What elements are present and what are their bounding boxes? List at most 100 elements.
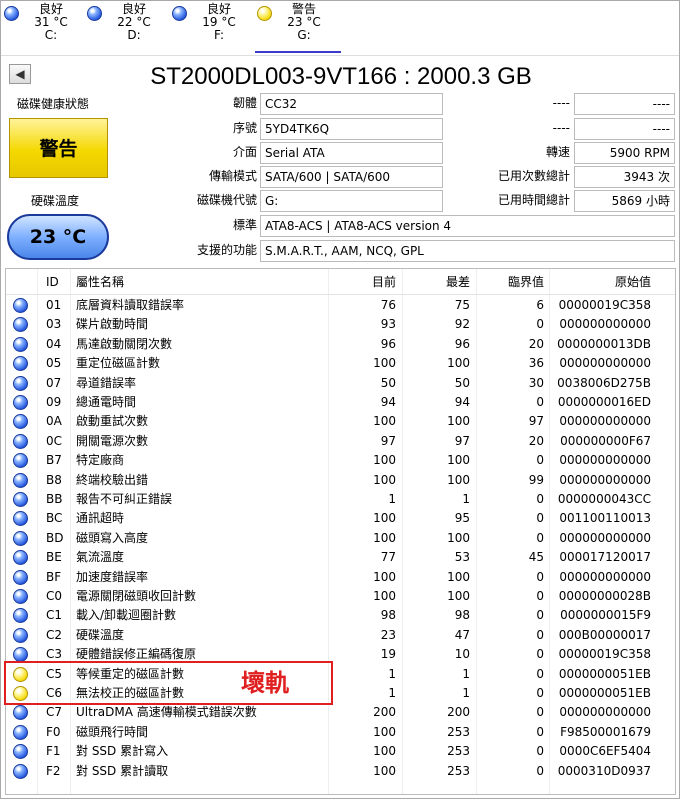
cell-raw: 001100110013 [559,511,651,526]
tab-drive: G: [297,28,311,42]
drive-tab-g[interactable]: 警告 23 °C G: [255,3,341,53]
cell-worst: 100 [447,453,470,468]
header-threshold[interactable]: 臨界值 [480,269,544,295]
table-row[interactable]: 01 底層資料讀取錯誤率 76 75 6 00000019C358 [6,296,675,315]
table-row[interactable]: BF 加速度錯誤率 100 100 0 000000000000 [6,568,675,587]
cell-name: 開關電源次數 [76,433,149,448]
table-row[interactable]: F0 磁頭飛行時間 100 253 0 F98500001679 [6,723,675,742]
table-row[interactable]: C1 載入/卸載迴圈計數 98 98 0 0000000015F9 [6,606,675,625]
cell-threshold: 0 [536,492,544,506]
table-row[interactable]: C2 硬碟溫度 23 47 0 000B00000017 [6,626,675,645]
table-row[interactable]: BD 磁頭寫入高度 100 100 0 000000000000 [6,529,675,548]
table-row[interactable]: C7 UltraDMA 高速傳輸模式錯誤次數 200 200 0 000000000000 [6,703,675,722]
table-row[interactable]: BB 報告不可糾正錯誤 1 1 0 0000000043CC [6,490,675,509]
cell-worst: 100 [447,356,470,371]
interface-value: Serial ATA [260,142,443,164]
table-row[interactable]: 0A 啟動重試次數 100 100 97 000000000000 [6,412,675,431]
cell-threshold: 0 [536,705,544,720]
cell-id: 0C [46,433,63,448]
status-good-icon [13,569,28,585]
table-row[interactable]: F2 對 SSD 累計讀取 100 253 0 0000310D0937 [6,762,675,781]
temperature-button[interactable]: 23 °C [7,214,109,260]
header-worst[interactable]: 最差 [406,269,470,295]
status-good-icon [13,395,28,410]
cell-threshold: 0 [536,589,544,603]
status-good-icon [13,453,28,469]
status-good-icon [13,608,28,624]
header-name[interactable]: 屬性名稱 [76,269,124,295]
cell-id: 05 [46,356,62,371]
cell-worst: 53 [454,550,470,565]
firmware-value: CC32 [260,93,443,115]
cell-current: 100 [373,589,396,603]
cell-raw: 0000000043CC [557,492,651,506]
smart-attribute-table[interactable]: ID 屬性名稱 目前 最差 臨界值 原始值 01 底層資料讀取錯誤率 76 75 6 00… [5,268,676,795]
cell-raw: 00000019C358 [558,298,651,312]
cell-raw: 0000000015F9 [560,608,651,623]
cell-name: 硬碟溫度 [76,627,125,642]
drive-tab-f[interactable]: 良好 19 °C F: [170,3,256,53]
status-good-icon [13,317,28,333]
cell-worst: 47 [454,627,470,642]
cell-current: 100 [373,569,396,584]
power-hours-label: 已用時間總計 [497,193,570,207]
cell-worst: 94 [454,395,470,409]
cell-raw: 000B00000017 [558,627,651,642]
cell-threshold: 36 [528,356,544,371]
serial-value: 5YD4TK6Q [260,118,443,140]
table-row[interactable]: B7 特定廠商 100 100 0 000000000000 [6,451,675,470]
status-good-icon [13,492,28,507]
table-row[interactable]: 04 馬達啟動關閉次數 96 96 20 0000000013DB [6,335,675,354]
drive-tab-d[interactable]: 良好 22 °C D: [85,3,171,53]
table-row[interactable]: 05 重定位磁區計數 100 100 36 000000000000 [6,354,675,373]
cell-raw: 0000000051EB [558,666,651,681]
cell-raw: 000000000000 [559,705,651,720]
table-row[interactable]: 09 總通電時間 94 94 0 0000000016ED [6,393,675,412]
cell-name: 總通電時間 [76,395,137,409]
cell-raw: 0000000051EB [558,686,651,700]
status-good-icon [4,6,19,21]
power-hours-value: 5869 小時 [574,190,675,212]
cell-id: BD [46,530,64,545]
table-row[interactable]: B8 終端校驗出錯 100 100 99 000000000000 [6,471,675,490]
cell-id: 03 [46,317,62,332]
drive-tab-c[interactable]: 良好 31 °C C: [2,3,88,53]
cell-threshold: 0 [536,530,544,545]
status-good-icon [13,472,28,488]
table-row[interactable]: 0C 開關電源次數 97 97 20 000000000F67 [6,432,675,451]
serial-label: 序號 [232,121,257,135]
health-status-button[interactable]: 警告 [9,118,108,178]
table-row[interactable]: 07 尋道錯誤率 50 50 30 0038006D275B [6,374,675,393]
table-row[interactable]: BE 氣流溫度 77 53 45 000017120017 [6,548,675,567]
header-current[interactable]: 目前 [332,269,396,295]
status-good-icon [13,763,28,779]
header-raw[interactable]: 原始值 [554,269,651,295]
blank-label-1: ---- [552,96,570,110]
cell-threshold: 0 [536,569,544,584]
cell-raw: 0000C6EF5404 [559,744,651,759]
cell-raw: 000000000000 [559,317,651,332]
cell-name: 特定廠商 [76,453,125,468]
cell-worst: 100 [447,589,470,603]
status-good-icon [13,647,28,663]
cell-id: 04 [46,336,62,351]
status-good-icon [13,744,28,760]
rotation-label: 轉速 [545,145,570,159]
cell-name: 載入/卸載迴圈計數 [76,608,177,623]
table-row[interactable]: C0 電源關閉磁頭收回計數 100 100 0 00000000028B [6,587,675,606]
table-row[interactable]: 03 碟片啟動時間 93 92 0 000000000000 [6,315,675,334]
status-good-icon [13,336,28,352]
cell-id: F0 [46,724,61,739]
cell-threshold: 0 [536,627,544,642]
cell-raw: 0000000013DB [557,336,651,351]
transfer-mode-value: SATA/600 | SATA/600 [260,166,443,188]
table-row[interactable]: F1 對 SSD 累計寫入 100 253 0 0000C6EF5404 [6,742,675,761]
cell-current: 1 [388,686,396,700]
header-id[interactable]: ID [46,269,59,295]
cell-raw: 00000000028B [558,589,651,603]
table-row[interactable]: BC 通訊超時 100 95 0 001100110013 [6,509,675,528]
tab-separator [1,55,679,56]
firmware-label: 韌體 [232,96,257,110]
cell-current: 93 [380,317,396,332]
status-good-icon [13,298,28,313]
